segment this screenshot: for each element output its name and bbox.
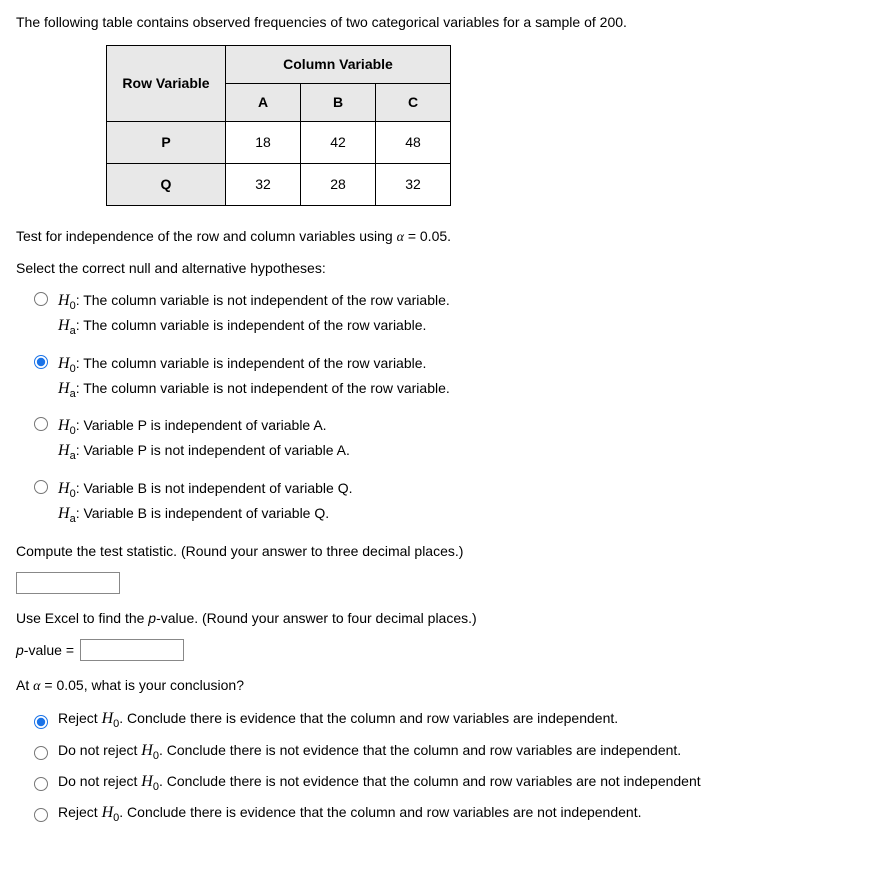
h-symbol: H bbox=[58, 292, 70, 309]
concl-post-text: . Conclude there is evidence that the co… bbox=[119, 804, 641, 820]
h-symbol: H bbox=[58, 505, 70, 522]
h-symbol: H bbox=[58, 480, 70, 497]
option-body: Do not reject H0. Conclude there is not … bbox=[58, 739, 874, 764]
option-body: H0: The column variable is independent o… bbox=[58, 352, 874, 403]
h0-text: Variable P is independent of variable A. bbox=[83, 417, 326, 433]
col-b-header: B bbox=[301, 84, 376, 122]
h-symbol: H bbox=[141, 773, 153, 790]
cell: 32 bbox=[226, 164, 301, 206]
conclusion-option-4[interactable]: Reject H0. Conclude there is evidence th… bbox=[34, 801, 874, 826]
test-pre: Test for independence of the row and col… bbox=[16, 228, 397, 244]
hypothesis-option-4[interactable]: H0: Variable B is not independent of var… bbox=[34, 477, 874, 528]
sub-a: a bbox=[70, 388, 76, 400]
h-symbol: H bbox=[141, 742, 153, 759]
h0-text: The column variable is not independent o… bbox=[83, 292, 450, 308]
cell: 42 bbox=[301, 122, 376, 164]
ha-text: Variable B is independent of variable Q. bbox=[83, 505, 329, 521]
compute-test-stat-label: Compute the test statistic. (Round your … bbox=[16, 541, 874, 562]
row-p-header: P bbox=[107, 122, 226, 164]
sub-zero: 0 bbox=[70, 425, 76, 437]
test-instruction: Test for independence of the row and col… bbox=[16, 226, 874, 248]
conclusion-option-2[interactable]: Do not reject H0. Conclude there is not … bbox=[34, 739, 874, 764]
radio-concl-2[interactable] bbox=[34, 746, 48, 760]
sub-zero: 0 bbox=[70, 300, 76, 312]
option-body: H0: The column variable is not independe… bbox=[58, 289, 874, 340]
sub-a: a bbox=[70, 325, 76, 337]
h-symbol: H bbox=[58, 355, 70, 372]
excel-post: -value. (Round your answer to four decim… bbox=[156, 610, 477, 626]
ha-text: The column variable is independent of th… bbox=[83, 317, 426, 333]
ha-text: The column variable is not independent o… bbox=[83, 380, 450, 396]
excel-pvalue-label: Use Excel to find the p-value. (Round yo… bbox=[16, 608, 874, 629]
sub-a: a bbox=[70, 513, 76, 525]
h0-text: The column variable is independent of th… bbox=[83, 355, 426, 371]
hypothesis-options: H0: The column variable is not independe… bbox=[34, 289, 874, 527]
sub-zero: 0 bbox=[70, 488, 76, 500]
cell: 48 bbox=[376, 122, 451, 164]
radio-hyp-3[interactable] bbox=[34, 417, 48, 431]
cell: 18 bbox=[226, 122, 301, 164]
table-row: Q 32 28 32 bbox=[107, 164, 451, 206]
concl-post-text: . Conclude there is not evidence that th… bbox=[159, 773, 701, 789]
test-statistic-input[interactable] bbox=[16, 572, 120, 594]
h-symbol: H bbox=[58, 317, 70, 334]
hypothesis-option-1[interactable]: H0: The column variable is not independe… bbox=[34, 289, 874, 340]
option-body: Reject H0. Conclude there is evidence th… bbox=[58, 707, 874, 732]
option-body: H0: Variable B is not independent of var… bbox=[58, 477, 874, 528]
h-symbol: H bbox=[58, 417, 70, 434]
concl-pre-text: Reject bbox=[58, 804, 102, 820]
conclusion-option-1[interactable]: Reject H0. Conclude there is evidence th… bbox=[34, 707, 874, 732]
h-symbol: H bbox=[58, 442, 70, 459]
hypothesis-option-2[interactable]: H0: The column variable is independent o… bbox=[34, 352, 874, 403]
concl-pre-text: Do not reject bbox=[58, 773, 141, 789]
excel-pre: Use Excel to find the bbox=[16, 610, 148, 626]
col-a-header: A bbox=[226, 84, 301, 122]
frequency-table: Row Variable Column Variable A B C P 18 … bbox=[106, 45, 451, 206]
test-eq: = 0.05. bbox=[404, 228, 451, 244]
concl-pre-text: Do not reject bbox=[58, 742, 141, 758]
concl-pre-text: Reject bbox=[58, 710, 102, 726]
col-c-header: C bbox=[376, 84, 451, 122]
radio-hyp-1[interactable] bbox=[34, 292, 48, 306]
concl-post-text: . Conclude there is not evidence that th… bbox=[159, 742, 681, 758]
intro-text: The following table contains observed fr… bbox=[16, 12, 874, 33]
alpha-symbol: α bbox=[397, 230, 404, 245]
concl-pre: At bbox=[16, 677, 33, 693]
pvalue-rest: -value = bbox=[24, 642, 74, 658]
hypothesis-option-3[interactable]: H0: Variable P is independent of variabl… bbox=[34, 414, 874, 465]
pvalue-input[interactable] bbox=[80, 639, 184, 661]
row-variable-header: Row Variable bbox=[107, 46, 226, 122]
option-body: Reject H0. Conclude there is evidence th… bbox=[58, 801, 874, 826]
table-row: P 18 42 48 bbox=[107, 122, 451, 164]
conclusion-options: Reject H0. Conclude there is evidence th… bbox=[34, 707, 874, 826]
h0-text: Variable B is not independent of variabl… bbox=[83, 480, 352, 496]
radio-concl-4[interactable] bbox=[34, 808, 48, 822]
select-hypotheses-label: Select the correct null and alternative … bbox=[16, 258, 874, 279]
p-italic: p bbox=[148, 610, 156, 626]
sub-zero: 0 bbox=[70, 362, 76, 374]
h-symbol: H bbox=[102, 804, 114, 821]
column-variable-header: Column Variable bbox=[226, 46, 451, 84]
h-symbol: H bbox=[58, 380, 70, 397]
conclusion-option-3[interactable]: Do not reject H0. Conclude there is not … bbox=[34, 770, 874, 795]
radio-hyp-4[interactable] bbox=[34, 480, 48, 494]
cell: 32 bbox=[376, 164, 451, 206]
radio-hyp-2[interactable] bbox=[34, 355, 48, 369]
option-body: H0: Variable P is independent of variabl… bbox=[58, 414, 874, 465]
radio-concl-1[interactable] bbox=[34, 715, 48, 729]
sub-a: a bbox=[70, 450, 76, 462]
concl-post-text: . Conclude there is evidence that the co… bbox=[119, 710, 618, 726]
pvalue-label: p-value = bbox=[16, 640, 74, 661]
option-body: Do not reject H0. Conclude there is not … bbox=[58, 770, 874, 795]
radio-concl-3[interactable] bbox=[34, 777, 48, 791]
ha-text: Variable P is not independent of variabl… bbox=[83, 442, 349, 458]
row-q-header: Q bbox=[107, 164, 226, 206]
h-symbol: H bbox=[102, 710, 114, 727]
p-italic: p bbox=[16, 642, 24, 658]
conclusion-question: At α = 0.05, what is your conclusion? bbox=[16, 675, 874, 697]
concl-post: = 0.05, what is your conclusion? bbox=[40, 677, 244, 693]
cell: 28 bbox=[301, 164, 376, 206]
